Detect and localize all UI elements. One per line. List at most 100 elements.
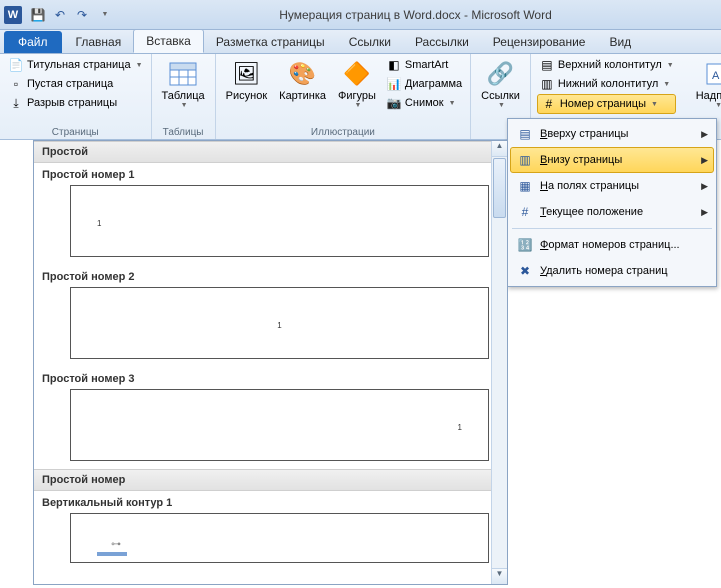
word-app-icon: W — [4, 6, 22, 24]
smartart-button[interactable]: ◧ SmartArt — [384, 56, 464, 74]
undo-button[interactable]: ↶ — [50, 5, 70, 25]
clipart-button[interactable]: 🎨 Картинка — [275, 56, 330, 125]
menu-top-label: Вверху страницы — [540, 128, 695, 140]
chevron-down-icon: ▼ — [667, 62, 674, 69]
menu-format-label: Формат номеров страниц... — [540, 239, 708, 251]
clipart-icon: 🎨 — [287, 58, 319, 90]
preview-bar — [97, 552, 127, 556]
preview-number: 1 — [458, 423, 462, 432]
header-icon: ▤ — [539, 57, 555, 73]
arrow-right-icon: ▶ — [701, 155, 708, 166]
footer-button[interactable]: ▥ Нижний колонтитул ▼ — [537, 75, 676, 93]
gallery-item-simple3[interactable]: 1 — [70, 389, 489, 461]
scroll-thumb[interactable] — [493, 158, 506, 218]
tab-home[interactable]: Главная — [64, 31, 134, 53]
screenshot-icon: 📷 — [386, 95, 402, 111]
textbox-icon: A — [702, 58, 721, 90]
group-pages-label: Страницы — [6, 125, 145, 138]
gallery-scrollbar[interactable]: ▲ ▼ — [491, 141, 507, 584]
table-label: Таблица — [162, 90, 205, 102]
menu-margins-label: На полях страницы — [540, 180, 695, 192]
title-page-button[interactable]: 📄 Титульная страница ▼ — [6, 56, 145, 74]
title-page-icon: 📄 — [8, 57, 24, 73]
gallery-section-simple: Простой — [34, 141, 507, 163]
format-numbers-icon: 🔢 — [516, 236, 534, 254]
tab-insert[interactable]: Вставка — [133, 29, 204, 53]
tab-references[interactable]: Ссылки — [337, 31, 403, 53]
tab-mailings[interactable]: Рассылки — [403, 31, 481, 53]
gallery-item-vert1-title: Вертикальный контур 1 — [34, 491, 507, 513]
redo-button[interactable]: ↷ — [72, 5, 92, 25]
preview-key-icon: ⊶ — [111, 539, 121, 550]
chevron-down-icon: ▼ — [498, 102, 505, 109]
gallery-item-simple3-title: Простой номер 3 — [34, 367, 507, 389]
qat-customize[interactable]: ▼ — [94, 5, 114, 25]
page-number-gallery: Простой Простой номер 1 1 Простой номер … — [33, 140, 508, 585]
page-number-menu: ▤ Вверху страницы ▶ ▥ Внизу страницы ▶ ▦… — [507, 118, 717, 287]
group-tables-label: Таблицы — [158, 125, 209, 138]
tab-file[interactable]: Файл — [4, 31, 62, 53]
shapes-icon: 🔶 — [341, 58, 373, 90]
menu-separator — [512, 228, 712, 229]
textbox-label: Надпись — [696, 90, 721, 102]
menu-format-numbers[interactable]: 🔢 Формат номеров страниц... — [510, 232, 714, 258]
tab-view[interactable]: Вид — [597, 31, 643, 53]
shapes-button[interactable]: 🔶 Фигуры ▼ — [334, 56, 380, 125]
footer-icon: ▥ — [539, 76, 555, 92]
smartart-label: SmartArt — [405, 59, 448, 71]
gallery-item-simple2-title: Простой номер 2 — [34, 265, 507, 287]
gallery-item-simple1-title: Простой номер 1 — [34, 163, 507, 185]
picture-label: Рисунок — [226, 90, 268, 102]
svg-text:A: A — [712, 70, 720, 82]
preview-number: 1 — [97, 219, 101, 228]
clipart-label: Картинка — [279, 90, 326, 102]
title-bar: W 💾 ↶ ↷ ▼ Нумерация страниц в Word.docx … — [0, 0, 721, 30]
chevron-down-icon: ▼ — [354, 102, 361, 109]
arrow-right-icon: ▶ — [701, 207, 708, 218]
page-top-icon: ▤ — [516, 125, 534, 143]
page-number-label: Номер страницы — [560, 98, 646, 110]
screenshot-button[interactable]: 📷 Снимок ▼ — [384, 94, 464, 112]
chart-icon: 📊 — [386, 76, 402, 92]
links-label: Ссылки — [481, 90, 520, 102]
blank-page-button[interactable]: ▫ Пустая страница — [6, 75, 145, 93]
menu-bottom-of-page[interactable]: ▥ Внизу страницы ▶ — [510, 147, 714, 173]
title-page-label: Титульная страница — [27, 59, 131, 71]
menu-remove-label: Удалить номера страниц — [540, 265, 708, 277]
page-number-icon: # — [541, 96, 557, 112]
group-illustrations-label: Иллюстрации — [222, 125, 464, 138]
group-illustrations: 🖼 Рисунок 🎨 Картинка 🔶 Фигуры ▼ ◧ SmartA… — [216, 54, 471, 139]
page-break-icon: ⤓ — [8, 95, 24, 111]
chart-button[interactable]: 📊 Диаграмма — [384, 75, 464, 93]
gallery-section-simple-number: Простой номер — [34, 469, 507, 491]
chevron-down-icon: ▼ — [136, 62, 143, 69]
table-button[interactable]: Таблица ▼ — [158, 56, 209, 125]
scroll-up-button[interactable]: ▲ — [492, 141, 507, 157]
gallery-item-simple1[interactable]: 1 — [70, 185, 489, 257]
gallery-item-vert1[interactable]: ⊶ — [70, 513, 489, 563]
scroll-down-button[interactable]: ▼ — [492, 568, 507, 584]
table-icon — [167, 58, 199, 90]
remove-numbers-icon: ✖ — [516, 262, 534, 280]
blank-page-icon: ▫ — [8, 76, 24, 92]
save-button[interactable]: 💾 — [28, 5, 48, 25]
footer-label: Нижний колонтитул — [558, 78, 658, 90]
page-number-button[interactable]: # Номер страницы ▼ — [537, 94, 676, 114]
chart-label: Диаграмма — [405, 78, 462, 90]
tab-review[interactable]: Рецензирование — [481, 31, 598, 53]
picture-button[interactable]: 🖼 Рисунок — [222, 56, 272, 125]
tab-layout[interactable]: Разметка страницы — [204, 31, 337, 53]
header-button[interactable]: ▤ Верхний колонтитул ▼ — [537, 56, 676, 74]
header-label: Верхний колонтитул — [558, 59, 662, 71]
picture-icon: 🖼 — [230, 58, 262, 90]
page-break-button[interactable]: ⤓ Разрыв страницы — [6, 94, 145, 112]
page-break-label: Разрыв страницы — [27, 97, 117, 109]
current-position-icon: # — [516, 203, 534, 221]
gallery-item-simple2[interactable]: 1 — [70, 287, 489, 359]
menu-current-position[interactable]: # Текущее положение ▶ — [510, 199, 714, 225]
menu-remove-numbers[interactable]: ✖ Удалить номера страниц — [510, 258, 714, 284]
links-icon: 🔗 — [484, 58, 516, 90]
chevron-down-icon: ▼ — [449, 100, 456, 107]
menu-page-margins[interactable]: ▦ На полях страницы ▶ — [510, 173, 714, 199]
menu-top-of-page[interactable]: ▤ Вверху страницы ▶ — [510, 121, 714, 147]
